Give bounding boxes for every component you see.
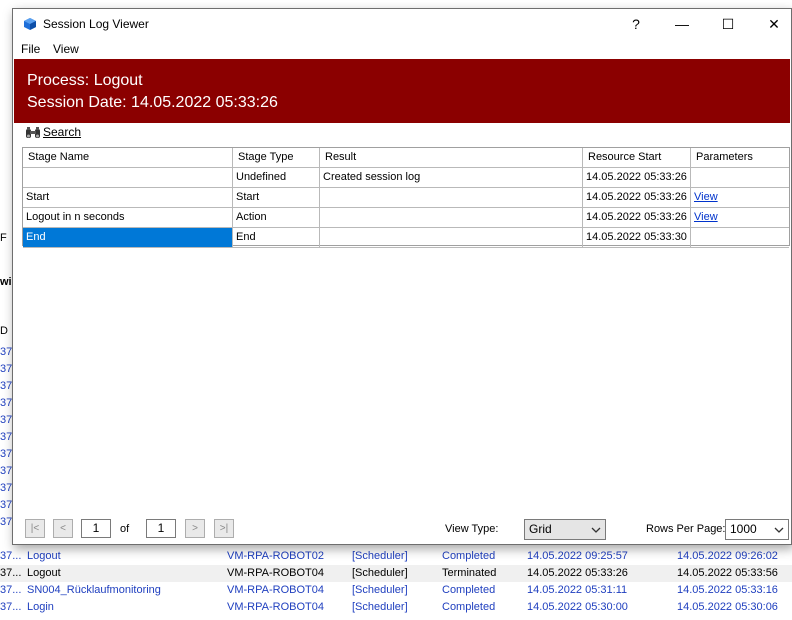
column-header-parameters[interactable]: Parameters xyxy=(691,148,789,168)
view-parameters-link[interactable]: View xyxy=(694,191,718,203)
user-cell: [Scheduler] xyxy=(352,601,408,613)
view-type-dropdown[interactable]: Grid xyxy=(524,519,606,540)
parameters-cell xyxy=(691,168,789,188)
session-id-cell: 37... xyxy=(0,550,22,562)
table-row[interactable]: End End 14.05.2022 05:33:30 xyxy=(23,228,789,248)
resource-start-cell: 14.05.2022 05:33:26 xyxy=(583,208,691,228)
stage-type-cell: Action xyxy=(233,208,320,228)
of-label: of xyxy=(120,523,130,535)
resource-cell: VM-RPA-ROBOT04 xyxy=(227,601,324,613)
result-cell xyxy=(320,188,583,208)
stage-name-cell xyxy=(23,168,233,188)
column-header-resource-start[interactable]: Resource Start xyxy=(583,148,691,168)
menu-view[interactable]: View xyxy=(53,42,79,56)
result-cell xyxy=(320,208,583,228)
status-cell: Completed xyxy=(442,601,496,613)
background-session-list: 37... Logout VM-RPA-ROBOT02 [Scheduler] … xyxy=(0,548,792,620)
start-time-cell: 14.05.2022 05:31:11 xyxy=(527,584,628,596)
resource-start-cell: 14.05.2022 05:33:26 xyxy=(583,168,691,188)
start-time-cell: 14.05.2022 05:33:26 xyxy=(527,567,628,579)
pager-bar: |< < 1 of 1 > >| View Type: Grid Rows Pe… xyxy=(13,517,791,541)
user-cell: [Scheduler] xyxy=(352,584,408,596)
start-time-cell: 14.05.2022 09:25:57 xyxy=(527,550,628,562)
total-pages-field: 1 xyxy=(146,519,176,538)
rows-per-page-label: Rows Per Page: xyxy=(646,523,726,535)
table-row[interactable]: 37... Login VM-RPA-ROBOT04 [Scheduler] C… xyxy=(0,599,792,616)
resource-start-cell: 14.05.2022 05:33:30 xyxy=(583,228,691,248)
process-name: Process: Logout xyxy=(27,72,143,89)
current-page-input[interactable]: 1 xyxy=(81,519,111,538)
session-id-cell: 37... xyxy=(0,601,22,613)
help-button[interactable]: ? xyxy=(613,9,659,39)
result-cell: Created session log xyxy=(320,168,583,188)
minimize-button[interactable]: — xyxy=(659,9,705,39)
parameters-cell xyxy=(691,228,789,248)
user-cell: [Scheduler] xyxy=(352,550,408,562)
table-row[interactable]: Logout in n seconds Action 14.05.2022 05… xyxy=(23,208,789,228)
table-row[interactable]: Start Start 14.05.2022 05:33:26 View xyxy=(23,188,789,208)
status-cell: Completed xyxy=(442,550,496,562)
parameters-cell: View xyxy=(691,208,789,228)
user-cell: [Scheduler] xyxy=(352,567,408,579)
process-cell: SN004_Rücklaufmonitoring xyxy=(27,584,161,596)
end-time-cell: 14.05.2022 05:30:06 xyxy=(677,601,778,613)
process-cell: Logout xyxy=(27,550,61,562)
view-parameters-link[interactable]: View xyxy=(694,211,718,223)
table-row[interactable]: 37... Logout VM-RPA-ROBOT02 [Scheduler] … xyxy=(0,548,792,565)
title-bar[interactable]: Session Log Viewer ? — ☐ ✕ xyxy=(13,9,791,39)
menu-bar: File View xyxy=(13,39,791,59)
session-id-cell: 37... xyxy=(0,567,22,579)
table-row[interactable]: Undefined Created session log 14.05.2022… xyxy=(23,168,789,188)
resource-cell: VM-RPA-ROBOT02 xyxy=(227,550,324,562)
window-title: Session Log Viewer xyxy=(43,17,149,31)
view-type-value: Grid xyxy=(529,522,552,536)
end-time-cell: 14.05.2022 05:33:16 xyxy=(677,584,778,596)
stage-name-cell: Start xyxy=(23,188,233,208)
last-page-button[interactable]: >| xyxy=(214,519,234,538)
rows-per-page-value: 1000 xyxy=(730,522,757,536)
chevron-down-icon xyxy=(774,527,784,533)
previous-page-button[interactable]: < xyxy=(53,519,73,538)
search-link[interactable]: Search xyxy=(43,125,81,139)
status-cell: Completed xyxy=(442,584,496,596)
menu-file[interactable]: File xyxy=(21,42,40,56)
stage-name-cell-selected[interactable]: End xyxy=(23,228,233,248)
column-header-stage-name[interactable]: Stage Name xyxy=(23,148,233,168)
first-page-button[interactable]: |< xyxy=(25,519,45,538)
session-id-cell: 37... xyxy=(0,584,22,596)
resource-cell: VM-RPA-ROBOT04 xyxy=(227,584,324,596)
table-row[interactable]: 37... Logout VM-RPA-ROBOT04 [Scheduler] … xyxy=(0,565,792,582)
next-page-button[interactable]: > xyxy=(185,519,205,538)
end-time-cell: 14.05.2022 05:33:56 xyxy=(677,567,778,579)
column-header-stage-type[interactable]: Stage Type xyxy=(233,148,320,168)
parameters-cell: View xyxy=(691,188,789,208)
result-cell xyxy=(320,228,583,248)
table-row[interactable]: 37... SN004_Rücklaufmonitoring VM-RPA-RO… xyxy=(0,582,792,599)
stage-type-cell: Start xyxy=(233,188,320,208)
resource-start-cell: 14.05.2022 05:33:26 xyxy=(583,188,691,208)
chevron-down-icon xyxy=(591,527,601,533)
session-log-grid: Stage Name Stage Type Result Resource St… xyxy=(22,147,790,248)
process-cell: Logout xyxy=(27,567,61,579)
stage-type-cell: End xyxy=(233,228,320,248)
app-icon xyxy=(24,18,36,30)
close-button[interactable]: ✕ xyxy=(751,9,792,39)
status-cell: Terminated xyxy=(442,567,497,579)
stage-name-cell: Logout in n seconds xyxy=(23,208,233,228)
process-banner: Process: Logout Session Date: 14.05.2022… xyxy=(14,59,790,123)
maximize-button[interactable]: ☐ xyxy=(705,9,751,39)
view-type-label: View Type: xyxy=(445,523,499,535)
end-time-cell: 14.05.2022 09:26:02 xyxy=(677,550,778,562)
column-header-result[interactable]: Result xyxy=(320,148,583,168)
stage-type-cell: Undefined xyxy=(233,168,320,188)
grid-header-row: Stage Name Stage Type Result Resource St… xyxy=(23,148,789,168)
session-log-viewer-window: Session Log Viewer ? — ☐ ✕ File View Pro… xyxy=(12,8,792,545)
process-cell: Login xyxy=(27,601,54,613)
rows-per-page-dropdown[interactable]: 1000 xyxy=(725,519,789,540)
session-date: Session Date: 14.05.2022 05:33:26 xyxy=(27,94,278,111)
resource-cell: VM-RPA-ROBOT04 xyxy=(227,567,324,579)
binoculars-icon[interactable] xyxy=(25,126,41,140)
start-time-cell: 14.05.2022 05:30:00 xyxy=(527,601,628,613)
